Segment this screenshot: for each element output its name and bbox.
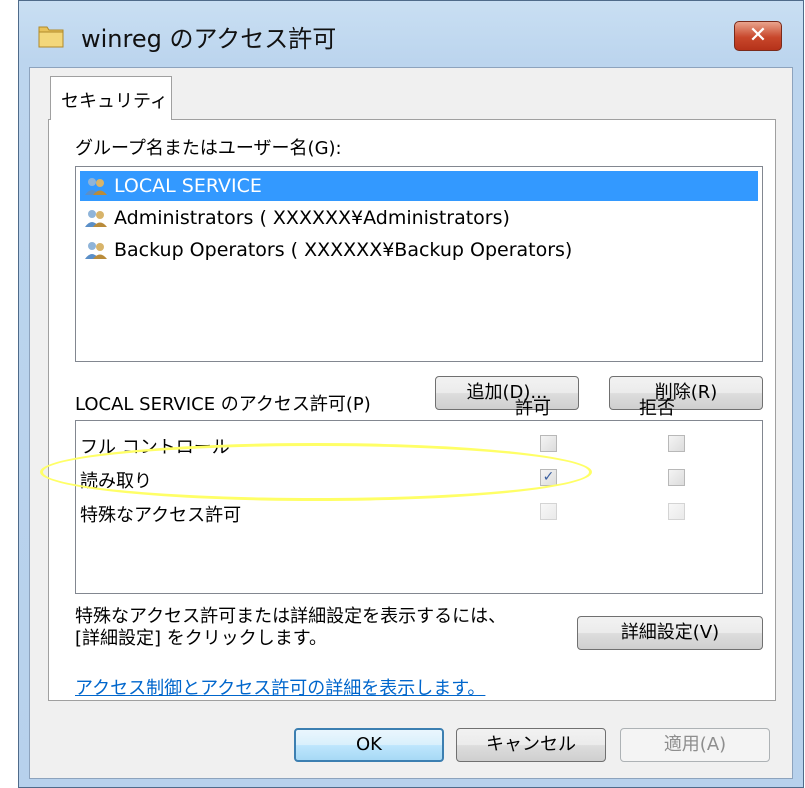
users-icon [85,242,107,259]
deny-header: 拒否 [639,398,675,419]
permission-name: 特殊なアクセス許可 [80,505,242,526]
title-bar[interactable]: winreg のアクセス許可 ✕ [19,1,803,67]
users-icon [85,178,107,195]
group-list-label: グループ名またはユーザー名(G): [75,138,342,159]
permission-name: 読み取り [80,471,152,492]
list-item-label: Administrators ( XXXXXX¥Administrators) [114,207,510,229]
ok-button[interactable]: OK [294,728,444,762]
list-item-label: LOCAL SERVICE [114,175,262,197]
dialog-client: セキュリティ グループ名またはユーザー名(G): LOCAL SERVICE A… [29,67,793,779]
permission-row: 特殊なアクセス許可 [76,497,762,527]
security-tab-page: グループ名またはユーザー名(G): LOCAL SERVICE Administ… [48,119,776,701]
allow-checkbox[interactable]: ✓ [540,469,557,486]
list-item[interactable]: Administrators ( XXXXXX¥Administrators) [80,203,510,233]
apply-button[interactable]: 適用(A) [620,728,770,762]
list-item[interactable]: Backup Operators ( XXXXXX¥Backup Operato… [80,235,572,265]
advanced-hint-line-2: [詳細設定] をクリックします。 [75,628,327,649]
deny-checkbox[interactable] [668,435,685,452]
tab-security[interactable]: セキュリティ [50,76,172,120]
group-user-list[interactable]: LOCAL SERVICE Administrators ( XXXXXX¥Ad… [75,166,763,362]
permission-row: 読み取り ✓ [76,463,762,493]
close-button[interactable]: ✕ [734,21,782,51]
help-link[interactable]: アクセス制御とアクセス許可の詳細を表示します。 [75,674,485,700]
permission-row: フル コントロール [76,429,762,459]
deny-checkbox [668,503,685,520]
users-icon [85,210,107,227]
permissions-list[interactable]: フル コントロール 読み取り ✓ 特殊なアクセス許可 [75,420,763,594]
list-item[interactable]: LOCAL SERVICE [80,171,758,201]
advanced-hint-line-1: 特殊なアクセス許可または詳細設定を表示するには、 [75,606,507,627]
advanced-button[interactable]: 詳細設定(V) [577,616,763,650]
allow-header: 許可 [515,398,551,419]
deny-checkbox[interactable] [668,469,685,486]
window-title: winreg のアクセス許可 [81,25,337,53]
permissions-label: LOCAL SERVICE のアクセス許可(P) [75,394,371,415]
folder-icon [38,26,64,48]
allow-checkbox [540,503,557,520]
cancel-button[interactable]: キャンセル [456,728,606,762]
permission-name: フル コントロール [80,437,230,458]
list-item-label: Backup Operators ( XXXXXX¥Backup Operato… [114,239,573,261]
permissions-dialog: winreg のアクセス許可 ✕ セキュリティ グループ名またはユーザー名(G)… [18,0,804,788]
add-button[interactable]: 追加(D)... [435,376,579,410]
allow-checkbox[interactable] [540,435,557,452]
advanced-hint-text: 特殊なアクセス許可または詳細設定を表示するには、 [詳細設定] をクリックします… [75,606,506,650]
remove-button[interactable]: 削除(R) [609,376,763,410]
